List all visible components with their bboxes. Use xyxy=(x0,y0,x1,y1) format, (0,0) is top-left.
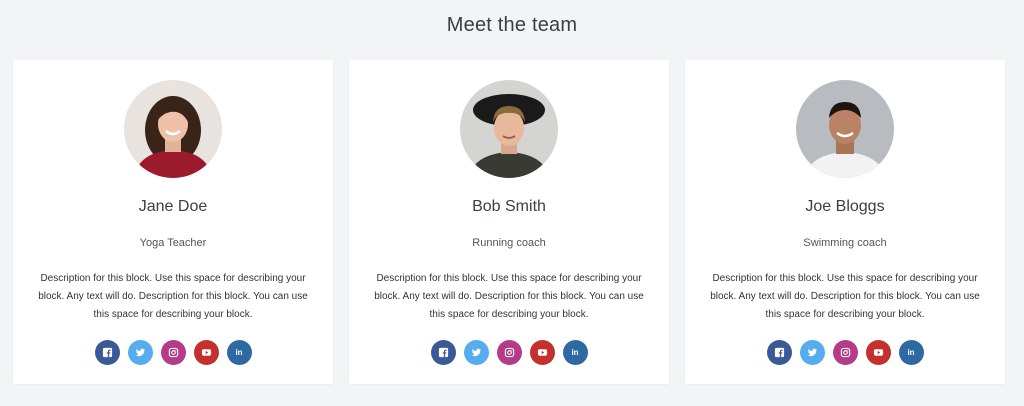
youtube-icon xyxy=(873,349,883,356)
instagram-icon xyxy=(840,347,850,358)
instagram-icon xyxy=(168,347,178,358)
member-name: Bob Smith xyxy=(472,198,546,215)
instagram-link[interactable] xyxy=(160,340,186,365)
linkedin-link[interactable]: in xyxy=(226,340,252,365)
twitter-icon xyxy=(135,348,145,357)
member-role: Running coach xyxy=(472,237,546,249)
youtube-link[interactable] xyxy=(193,340,219,365)
member-role: Swimming coach xyxy=(803,237,887,249)
youtube-icon xyxy=(201,349,211,356)
team-card-bob: Bob Smith Running coach Description for … xyxy=(349,60,669,384)
avatar xyxy=(460,80,558,178)
youtube-icon xyxy=(537,349,547,356)
facebook-link[interactable] xyxy=(430,340,456,365)
facebook-icon xyxy=(438,347,448,358)
facebook-link[interactable] xyxy=(766,340,792,365)
instagram-icon xyxy=(504,347,514,358)
facebook-link[interactable] xyxy=(94,340,120,365)
facebook-icon xyxy=(102,347,112,358)
member-description: Description for this block. Use this spa… xyxy=(710,273,980,320)
linkedin-link[interactable]: in xyxy=(562,340,588,365)
social-links: in xyxy=(349,340,669,365)
team-cards: Jane Doe Yoga Teacher Description for th… xyxy=(13,60,1011,384)
avatar xyxy=(124,80,222,178)
facebook-icon xyxy=(774,347,784,358)
team-card-joe: Joe Bloggs Swimming coach Description fo… xyxy=(685,60,1005,384)
member-description: Description for this block. Use this spa… xyxy=(374,273,644,320)
linkedin-icon: in xyxy=(235,348,243,357)
youtube-link[interactable] xyxy=(529,340,555,365)
page-title: Meet the team xyxy=(446,14,578,36)
youtube-link[interactable] xyxy=(865,340,891,365)
linkedin-icon: in xyxy=(571,348,579,357)
avatar xyxy=(796,80,894,178)
member-name: Jane Doe xyxy=(138,198,208,215)
twitter-link[interactable] xyxy=(127,340,153,365)
team-card-jane: Jane Doe Yoga Teacher Description for th… xyxy=(13,60,333,384)
instagram-link[interactable] xyxy=(832,340,858,365)
twitter-link[interactable] xyxy=(799,340,825,365)
member-role: Yoga Teacher xyxy=(139,237,207,249)
twitter-link[interactable] xyxy=(463,340,489,365)
social-links: in xyxy=(685,340,1005,365)
member-name: Joe Bloggs xyxy=(805,198,885,215)
twitter-icon xyxy=(807,348,817,357)
linkedin-link[interactable]: in xyxy=(898,340,924,365)
linkedin-icon: in xyxy=(907,348,915,357)
instagram-link[interactable] xyxy=(496,340,522,365)
member-description: Description for this block. Use this spa… xyxy=(38,273,308,320)
twitter-icon xyxy=(471,348,481,357)
social-links: in xyxy=(13,340,333,365)
